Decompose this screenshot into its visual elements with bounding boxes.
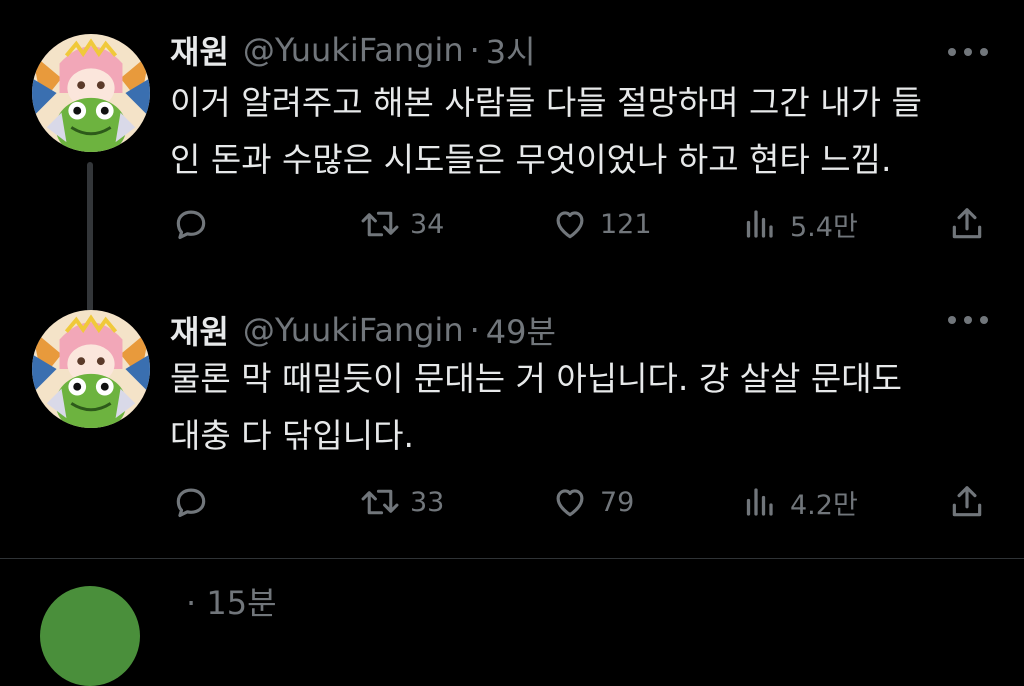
- retweet-icon: [361, 211, 399, 237]
- share-icon: [952, 486, 982, 517]
- analytics-icon: [746, 210, 773, 238]
- tweet[interactable]: 재원 @YuukiFangin · 49분 물론 막 때밀듯이 문대는 거 아닙…: [0, 290, 1024, 558]
- share-icon: [952, 208, 982, 239]
- tweet-text-line: 대충 다 닦입니다.: [170, 416, 414, 455]
- timestamp[interactable]: 3시: [486, 27, 536, 73]
- reply-button[interactable]: [172, 480, 210, 524]
- heart-icon: [556, 211, 584, 239]
- more-options-icon[interactable]: [948, 42, 988, 62]
- tweet-text-line: 이거 알려주고 해본 사람들 다들 절망하며 그간 내가 들: [170, 83, 922, 122]
- timestamp[interactable]: 49분: [486, 307, 556, 353]
- next-tweet-header[interactable]: · 15분: [170, 578, 277, 622]
- retweet-count: 33: [410, 486, 445, 518]
- reply-icon: [176, 488, 206, 518]
- tweet-text: 물론 막 때밀듯이 문대는 거 아닙니다. 걍 살살 문대도 대충 다 닦입니다…: [170, 350, 990, 464]
- like-button[interactable]: 121: [550, 202, 652, 246]
- reply-button[interactable]: [172, 202, 210, 246]
- views-button[interactable]: 5.4만: [744, 202, 858, 246]
- views-button[interactable]: 4.2만: [744, 480, 858, 524]
- like-button[interactable]: 79: [550, 480, 634, 524]
- retweet-icon: [361, 489, 399, 515]
- retweet-button[interactable]: 34: [360, 202, 444, 246]
- reply-icon: [176, 210, 206, 240]
- tweet-text-line: 인 돈과 수많은 시도들은 무엇이었나 하고 현타 느낌.: [170, 140, 892, 179]
- analytics-icon: [746, 488, 773, 516]
- user-handle[interactable]: @YuukiFangin: [243, 311, 464, 349]
- tweet-header: 재원 @YuukiFangin · 3시: [170, 26, 536, 74]
- timestamp[interactable]: · 15분: [186, 584, 277, 622]
- display-name[interactable]: 재원: [170, 27, 229, 73]
- action-bar: 34 121 5.4만: [170, 202, 990, 246]
- like-count: 121: [600, 208, 652, 240]
- separator: ·: [469, 311, 480, 349]
- divider: [0, 558, 1024, 559]
- more-options-icon[interactable]: [948, 310, 988, 330]
- share-button[interactable]: [948, 202, 986, 246]
- view-count: 5.4만: [790, 211, 858, 243]
- action-bar: 33 79 4.2만: [170, 480, 990, 524]
- separator: ·: [469, 31, 480, 69]
- heart-icon: [556, 489, 584, 517]
- tweet-text-line: 물론 막 때밀듯이 문대는 거 아닙니다. 걍 살살 문대도: [170, 359, 902, 398]
- like-count: 79: [600, 486, 635, 518]
- tweet[interactable]: 재원 @YuukiFangin · 3시 이거 알려주고 해본 사람들 다들 절…: [0, 0, 1024, 312]
- avatar[interactable]: [40, 586, 140, 686]
- view-count: 4.2만: [790, 489, 858, 521]
- user-handle[interactable]: @YuukiFangin: [243, 31, 464, 69]
- avatar[interactable]: [32, 310, 150, 428]
- avatar[interactable]: [32, 34, 150, 152]
- share-button[interactable]: [948, 480, 986, 524]
- tweet-text: 이거 알려주고 해본 사람들 다들 절망하며 그간 내가 들 인 돈과 수많은 …: [170, 74, 990, 188]
- retweet-button[interactable]: 33: [360, 480, 444, 524]
- retweet-count: 34: [410, 208, 445, 240]
- tweet-header: 재원 @YuukiFangin · 49분: [170, 306, 556, 354]
- display-name[interactable]: 재원: [170, 307, 229, 353]
